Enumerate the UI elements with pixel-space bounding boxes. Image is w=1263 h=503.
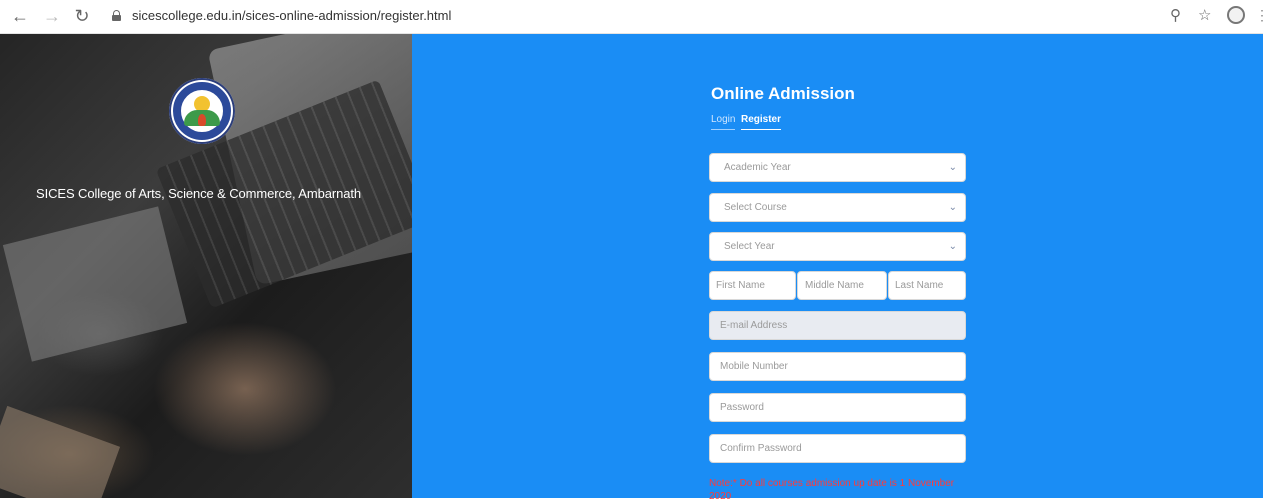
first-name-input[interactable]: First Name [709, 271, 796, 300]
address-bar[interactable]: sicescollege.edu.in/sices-online-admissi… [104, 4, 1184, 29]
last-name-input[interactable]: Last Name [888, 271, 966, 300]
menu-icon[interactable]: ⋮ [1255, 7, 1263, 24]
url-text: sicescollege.edu.in/sices-online-admissi… [132, 8, 452, 23]
admission-form-panel: Online Admission Login Register Academic… [412, 34, 1263, 502]
chevron-down-icon: ⌄ [948, 241, 957, 252]
confirm-password-field[interactable]: Confirm Password [709, 434, 966, 463]
college-logo [169, 78, 235, 144]
mobile-placeholder: Mobile Number [720, 361, 788, 372]
reload-icon[interactable]: ↻ [72, 6, 92, 26]
password-placeholder: Password [720, 402, 764, 413]
course-select[interactable]: Select Course ⌄ [709, 193, 966, 222]
admission-note: Note:* Do all courses admission up date … [709, 478, 955, 502]
form-title: Online Admission [711, 84, 855, 103]
middle-name-placeholder: Middle Name [805, 280, 864, 291]
tab-login[interactable]: Login [711, 114, 736, 130]
year-select[interactable]: Select Year ⌄ [709, 232, 966, 261]
browser-toolbar: ← → ↻ sicescollege.edu.in/sices-online-a… [0, 0, 1263, 34]
confirm-password-placeholder: Confirm Password [720, 443, 802, 454]
zoom-icon[interactable]: ⚲ [1170, 6, 1181, 24]
profile-avatar[interactable] [1227, 6, 1245, 24]
email-field[interactable]: E-mail Address [709, 311, 966, 340]
paper-image [2, 206, 188, 362]
star-icon[interactable]: ☆ [1198, 6, 1211, 24]
chevron-down-icon: ⌄ [948, 202, 957, 213]
chevron-down-icon: ⌄ [948, 162, 957, 173]
email-placeholder: E-mail Address [720, 320, 788, 331]
college-name: SICES College of Arts, Science & Commerc… [36, 186, 361, 201]
forward-icon[interactable]: → [42, 6, 62, 26]
academic-year-placeholder: Academic Year [724, 162, 791, 173]
course-placeholder: Select Course [724, 202, 787, 213]
paper-image [0, 405, 121, 498]
middle-name-input[interactable]: Middle Name [797, 271, 887, 300]
password-field[interactable]: Password [709, 393, 966, 422]
mobile-number-field[interactable]: Mobile Number [709, 352, 966, 381]
tab-register[interactable]: Register [741, 114, 782, 130]
first-name-placeholder: First Name [716, 280, 765, 291]
hero-image-panel: SICES College of Arts, Science & Commerc… [0, 34, 412, 498]
last-name-placeholder: Last Name [895, 280, 944, 291]
back-icon[interactable]: ← [10, 6, 30, 26]
lock-icon [112, 10, 121, 21]
academic-year-select[interactable]: Academic Year ⌄ [709, 153, 966, 182]
year-placeholder: Select Year [724, 241, 775, 252]
